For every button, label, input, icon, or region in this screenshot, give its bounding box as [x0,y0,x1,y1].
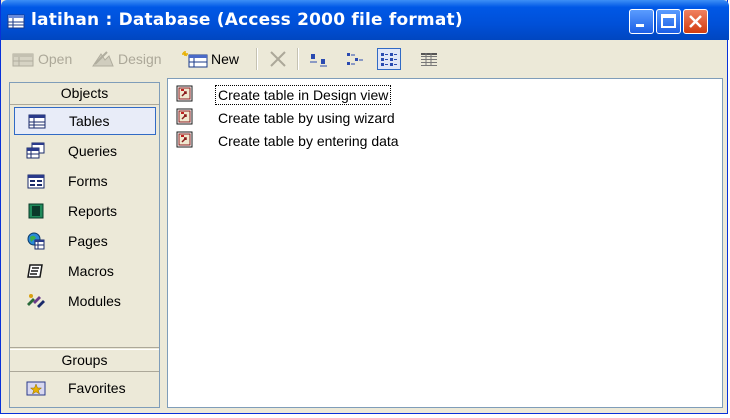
objects-item-pages[interactable]: Pages [14,227,156,255]
shortcut-icon [176,131,194,152]
objects-item-label: Reports [68,203,118,219]
delete-icon [270,51,286,67]
objects-item-macros[interactable]: Macros [14,257,156,285]
database-window: latihan : Database (Access 2000 file for… [0,0,729,414]
window-title: latihan : Database (Access 2000 file for… [31,10,463,30]
form-icon [22,174,50,189]
close-icon [689,15,702,28]
design-label: Design [118,51,162,67]
list-item[interactable]: Create table by entering data [176,130,401,152]
design-icon [92,51,114,67]
large-icons-button[interactable] [307,48,331,70]
shortcut-icon [176,85,194,106]
details-view-icon [421,53,437,66]
groups-item-label: Favorites [68,380,126,396]
details-view-button[interactable] [417,48,441,70]
maximize-button[interactable] [656,9,681,34]
macro-icon [22,263,50,279]
toolbar-separator [256,48,258,70]
objects-item-label: Queries [68,143,118,159]
large-icons-icon [310,54,327,67]
list-item-label: Create table by using wizard [218,110,395,126]
object-list: Create table in Design view Create table… [167,78,723,408]
module-icon [22,292,50,310]
objects-item-reports[interactable]: Reports [14,197,156,225]
list-item-label: Create table by entering data [218,133,399,149]
favorites-icon [22,380,50,396]
close-button[interactable] [683,9,708,34]
objects-item-label: Macros [68,263,114,279]
delete-button[interactable] [267,48,289,70]
groups-header[interactable]: Groups [10,349,159,372]
list-view-button[interactable] [377,48,401,70]
title-bar[interactable]: latihan : Database (Access 2000 file for… [1,0,729,40]
groups-item-favorites[interactable]: Favorites [14,374,156,402]
list-view-icon [381,53,397,66]
new-label: New [211,51,240,67]
new-table-icon [182,51,208,68]
objects-header[interactable]: Objects [10,83,159,105]
database-icon [7,13,25,32]
objects-item-label: Forms [68,173,108,189]
objects-item-label: Modules [68,293,121,309]
maximize-icon [661,14,676,28]
objects-item-queries[interactable]: Queries [14,137,156,165]
objects-groups-divider [10,347,159,348]
design-button[interactable]: Design [91,48,162,70]
minimize-icon [636,24,644,27]
query-icon [22,142,50,160]
objects-item-label: Tables [69,113,110,129]
database-toolbar: Open Design New [1,40,729,78]
report-icon [22,203,50,219]
small-icons-icon [347,53,363,65]
objects-item-forms[interactable]: Forms [14,167,156,195]
small-icons-button[interactable] [343,48,367,70]
table-icon [23,114,51,129]
shortcut-icon [176,108,194,129]
objects-bar: Objects Tables Queries Forms Reports Pag… [9,82,160,408]
toolbar-separator [297,48,299,70]
list-item-label: Create table in Design view [214,85,392,105]
open-label: Open [38,51,73,67]
list-item[interactable]: Create table in Design view [176,84,392,106]
objects-item-modules[interactable]: Modules [14,287,156,315]
list-item[interactable]: Create table by using wizard [176,107,397,129]
page-icon [22,231,50,251]
new-button[interactable]: New [181,48,239,70]
objects-item-tables[interactable]: Tables [14,107,156,135]
objects-item-label: Pages [68,233,108,249]
open-button[interactable]: Open [11,48,72,70]
open-icon [12,53,34,67]
minimize-button[interactable] [629,9,654,34]
